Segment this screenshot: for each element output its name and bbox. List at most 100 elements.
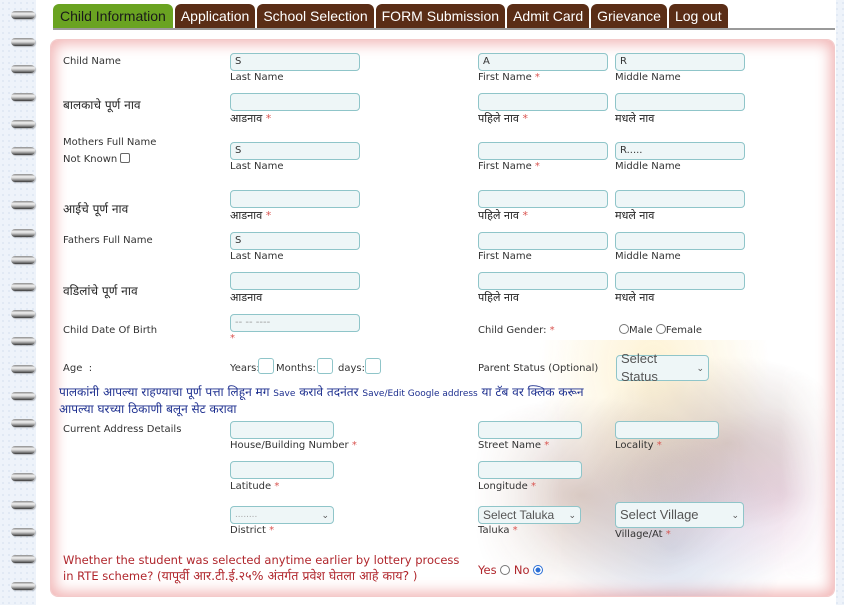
required-mark: * — [351, 440, 357, 451]
spiral-ring — [11, 283, 35, 291]
child-last-name-mr-label: आडनाव * — [230, 111, 271, 126]
tab-grievance[interactable]: Grievance — [591, 4, 667, 29]
spiral-ring — [11, 527, 35, 536]
tab-underline — [53, 28, 835, 30]
required-mark: * — [665, 529, 671, 540]
father-middle-name-mr-input[interactable] — [615, 272, 745, 290]
mother-last-name-label: Last Name — [230, 161, 284, 172]
child-name-label: Child Name — [63, 56, 121, 67]
latitude-label-text: Latitude — [230, 481, 272, 492]
days-label: days: — [338, 363, 365, 374]
spiral-ring — [11, 228, 35, 237]
house-number-input[interactable] — [230, 421, 334, 439]
taluka-value: Select Taluka — [483, 508, 555, 522]
street-name-input[interactable] — [478, 421, 582, 439]
district-value: ........ — [235, 509, 258, 520]
child-last-name-mr-input[interactable] — [230, 93, 360, 111]
mother-first-name-mr-input[interactable] — [478, 190, 608, 208]
years-value — [258, 358, 274, 374]
mother-middle-name-mr-input[interactable] — [615, 190, 745, 208]
gender-label-text: Child Gender: — [478, 325, 547, 336]
child-middle-name-label: Middle Name — [615, 72, 681, 83]
spiral-ring — [11, 473, 35, 482]
tab-log-out[interactable]: Log out — [668, 4, 728, 29]
spiral-ring — [11, 337, 35, 346]
child-middle-name-mr-input[interactable] — [615, 93, 745, 111]
latitude-input[interactable] — [230, 461, 334, 479]
lottery-yes-radio[interactable] — [500, 565, 511, 575]
lottery-question: Whether the student was selected anytime… — [63, 552, 463, 584]
age-label-text: Age — [63, 363, 83, 374]
tab-child-information[interactable]: Child Information — [53, 4, 173, 29]
father-middle-name-label: Middle Name — [615, 251, 681, 262]
village-value: Select Village — [620, 507, 699, 522]
child-first-name-mr-label: पहिले नाव * — [478, 111, 528, 126]
taluka-select[interactable]: Select Taluka ⌄ — [478, 506, 581, 524]
address-notice: पालकांनी आपल्या राहण्याचा पूर्ण पत्ता लि… — [59, 385, 599, 417]
required-mark: * — [534, 72, 540, 83]
tab-admit-card[interactable]: Admit Card — [507, 4, 590, 29]
child-last-name-input[interactable]: S — [230, 53, 360, 71]
spiral-ring — [11, 255, 35, 264]
mother-name-label: Mothers Full Name — [63, 137, 157, 148]
spiral-ring — [11, 147, 35, 155]
father-first-name-mr-input[interactable] — [478, 272, 608, 290]
father-middle-name-input[interactable] — [615, 232, 745, 250]
father-middle-name-mr-label: मधले नाव — [615, 291, 655, 304]
mother-first-name-input[interactable] — [478, 142, 608, 160]
mother-not-known: Not Known — [63, 153, 131, 165]
father-last-name-label: Last Name — [230, 251, 284, 262]
tab-form-submission[interactable]: FORM Submission — [375, 4, 506, 29]
spiral-ring — [11, 500, 35, 509]
dob-input[interactable]: -- -- ---- — [230, 314, 360, 332]
longitude-input[interactable] — [478, 461, 582, 479]
father-last-name-mr-input[interactable] — [230, 272, 360, 290]
gender-options: Male Female — [619, 324, 702, 336]
dob-label: Child Date Of Birth — [63, 325, 158, 336]
chevron-down-icon: ⌄ — [696, 363, 704, 373]
father-last-name-input[interactable]: S — [230, 232, 360, 250]
mother-last-name-input[interactable]: S — [230, 142, 360, 160]
latitude-label: Latitude * — [230, 481, 279, 492]
mother-middle-name-label: Middle Name — [615, 161, 681, 172]
tab-application[interactable]: Application — [174, 4, 256, 29]
locality-label-text: Locality — [615, 440, 654, 451]
child-middle-name-input[interactable]: R — [615, 53, 745, 71]
father-name-label: Fathers Full Name — [63, 235, 153, 246]
spiral-ring — [11, 174, 35, 183]
locality-input[interactable] — [615, 421, 719, 439]
gender-male-radio[interactable] — [619, 324, 629, 334]
not-known-checkbox[interactable] — [120, 153, 131, 163]
first-name-text: First Name — [478, 72, 532, 83]
spiral-ring — [11, 419, 35, 427]
father-first-name-input[interactable] — [478, 232, 608, 250]
longitude-label-text: Longitude — [478, 481, 528, 492]
notice-save-edit: Save/Edit Google address — [362, 389, 478, 399]
mother-last-name-mr-input[interactable] — [230, 190, 360, 208]
child-first-name-mr-input[interactable] — [478, 93, 608, 111]
required-mark: * — [265, 209, 272, 222]
child-first-name-input[interactable]: A — [478, 53, 608, 71]
spiral-ring — [11, 65, 35, 74]
district-select[interactable]: ........ ⌄ — [230, 506, 334, 524]
chevron-down-icon: ⌄ — [321, 510, 329, 520]
notice-text-1: पालकांनी आपल्या राहण्याचा पूर्ण पत्ता लि… — [59, 385, 274, 399]
father-first-name-mr-label: पहिले नाव — [478, 291, 519, 304]
gender-female-radio[interactable] — [655, 324, 666, 334]
taluka-label: Taluka * — [478, 525, 518, 536]
required-mark: * — [530, 481, 536, 492]
taluka-label-text: Taluka — [478, 525, 510, 536]
lottery-no-label: No — [513, 563, 530, 577]
spiral-ring — [11, 446, 35, 455]
parent-status-select[interactable]: Select Status ⌄ — [616, 351, 709, 384]
lottery-no-radio[interactable] — [533, 565, 544, 575]
mother-first-name-mr-label: पहिले नाव * — [478, 208, 528, 223]
address-label: Current Address Details — [63, 424, 182, 435]
mother-middle-name-mr-label: मधले नाव — [615, 209, 655, 222]
first-name-text: First Name — [478, 161, 532, 172]
not-known-text: Not Known — [63, 154, 118, 165]
mother-middle-name-input[interactable]: R..... — [615, 142, 745, 160]
last-name-mr-text: आडनाव — [230, 112, 263, 125]
tab-school-selection[interactable]: School Selection — [257, 4, 374, 29]
village-select[interactable]: Select Village ⌄ — [615, 502, 744, 528]
